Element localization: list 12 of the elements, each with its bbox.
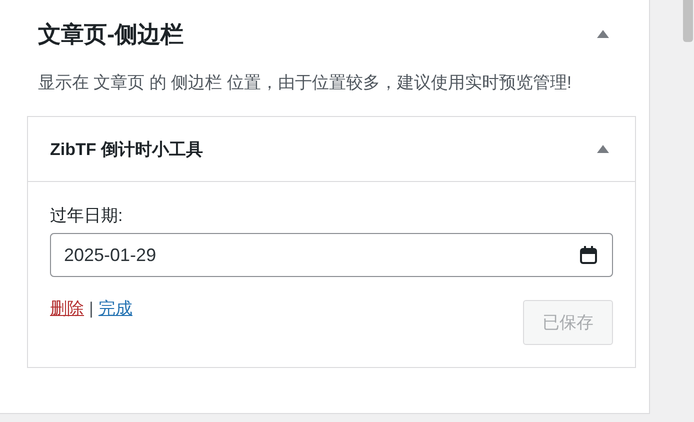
collapse-arrow-icon[interactable] xyxy=(597,30,609,38)
done-link[interactable]: 完成 xyxy=(98,297,132,320)
calendar-icon[interactable] xyxy=(580,246,597,264)
field-label: 过年日期: xyxy=(50,205,124,227)
date-field[interactable]: 2025-01-29 xyxy=(50,233,613,277)
delete-link[interactable]: 删除 xyxy=(50,297,84,320)
collapse-arrow-icon[interactable] xyxy=(597,145,609,153)
widget-title: ZibTF 倒计时小工具 xyxy=(50,138,203,160)
separator: | xyxy=(89,299,94,319)
section-description: 显示在 文章页 的 侧边栏 位置，由于位置较多，建议使用实时预览管理! xyxy=(38,72,573,94)
scrollbar-thumb[interactable] xyxy=(683,0,693,42)
section-title: 文章页-侧边栏 xyxy=(38,20,184,48)
